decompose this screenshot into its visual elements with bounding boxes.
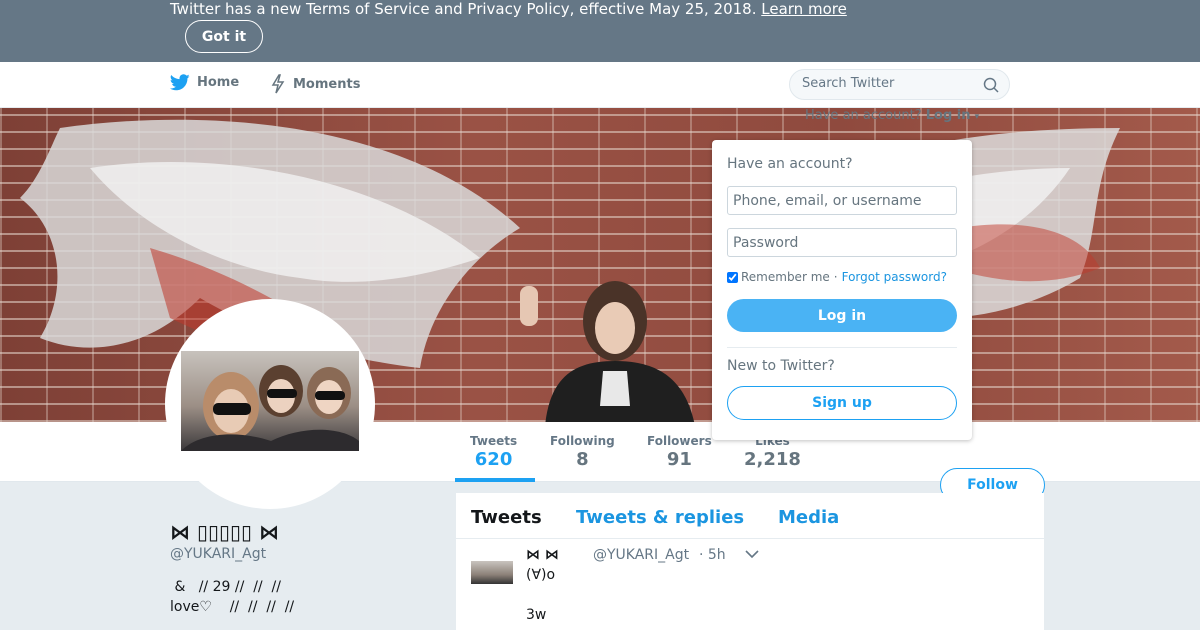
stat-label: Tweets (470, 434, 518, 448)
signup-button[interactable]: Sign up (727, 386, 957, 420)
login-dropdown: Have an account? Remember me · Forgot pa… (712, 140, 972, 440)
avatar[interactable] (165, 299, 375, 509)
terms-notice-banner: Twitter has a new Terms of Service and P… (0, 0, 1200, 62)
nav-home-label: Home (197, 75, 240, 90)
group-photo-graphic (181, 365, 359, 451)
tweet-avatar[interactable] (471, 561, 513, 584)
new-to-twitter-text: New to Twitter? (727, 358, 835, 374)
login-dropdown-toggle[interactable]: Log in (926, 108, 971, 123)
active-stat-underline (455, 478, 535, 482)
bio-line: & // 29 // // // (170, 579, 281, 595)
search-box (789, 69, 1010, 100)
stat-followers[interactable]: Followers 91 (647, 434, 712, 470)
remember-row: Remember me · Forgot password? (727, 270, 947, 284)
stat-label: Following (550, 434, 615, 448)
tweets-timeline: Tweets Tweets & replies Media ⋈ ⋈ @YUKAR… (456, 493, 1044, 630)
chevron-down-icon[interactable]: ▾ (975, 112, 980, 122)
profile-handle[interactable]: @YUKARI_Agt (170, 546, 266, 562)
username-field[interactable] (727, 186, 957, 215)
tab-media[interactable]: Media (778, 507, 839, 528)
learn-more-link[interactable]: Learn more (761, 0, 847, 18)
tweet-text: (∀)o (526, 567, 556, 583)
stat-value: 8 (576, 449, 589, 470)
got-it-button[interactable]: Got it (185, 20, 263, 53)
remember-me-checkbox[interactable] (727, 271, 738, 283)
person-photo-graphic (520, 281, 695, 422)
dropdown-title: Have an account? (727, 156, 853, 172)
stat-value: 2,218 (744, 449, 801, 470)
avatar-photo (181, 351, 359, 451)
stat-value: 620 (474, 449, 513, 470)
have-account-text: Have an account? (805, 108, 922, 123)
timeline-tabs: Tweets Tweets & replies Media (456, 493, 1044, 539)
remember-me-label[interactable]: Remember me (741, 270, 830, 284)
separator-dot: · (833, 270, 838, 284)
notice-text: Twitter has a new Terms of Service and P… (170, 0, 847, 18)
stat-label: Followers (647, 434, 712, 448)
nav-home[interactable]: Home (170, 74, 239, 91)
tab-tweets[interactable]: Tweets (471, 507, 542, 528)
chevron-down-icon[interactable] (745, 549, 759, 559)
stat-following[interactable]: Following 8 (550, 434, 615, 470)
tweet-timestamp[interactable]: · 5h (699, 547, 726, 563)
lightning-icon (271, 74, 285, 94)
forgot-password-link[interactable]: Forgot password? (842, 270, 947, 284)
notice-message: Twitter has a new Terms of Service and P… (170, 0, 757, 18)
profile-bio: & // 29 // // // love♡ // // // // (170, 577, 294, 617)
dropdown-divider (727, 347, 957, 348)
tweet-text: 3w (526, 607, 547, 623)
bio-line: love♡ // // // // (170, 599, 295, 615)
tweet-item[interactable]: ⋈ ⋈ @YUKARI_Agt · 5h (∀)o 3w (456, 539, 1044, 630)
top-navigation: Home Moments (0, 62, 1200, 108)
twitter-bird-icon (170, 74, 190, 91)
have-account-prompt: Have an account? Log in ▾ (805, 108, 979, 123)
tweet-author-name[interactable]: ⋈ ⋈ (526, 547, 559, 563)
login-button[interactable]: Log in (727, 299, 957, 332)
stat-tweets[interactable]: Tweets 620 (470, 434, 517, 470)
nav-moments-label: Moments (293, 76, 361, 92)
nav-moments[interactable]: Moments (270, 74, 360, 94)
stat-value: 91 (666, 449, 692, 470)
search-icon[interactable] (983, 77, 999, 93)
password-field[interactable] (727, 228, 957, 257)
profile-name[interactable]: ⋈ ▯▯▯▯▯ ⋈ (170, 520, 279, 544)
search-input[interactable] (802, 76, 972, 91)
tab-tweets-replies[interactable]: Tweets & replies (576, 507, 744, 528)
tweet-author-handle[interactable]: @YUKARI_Agt (593, 547, 689, 563)
